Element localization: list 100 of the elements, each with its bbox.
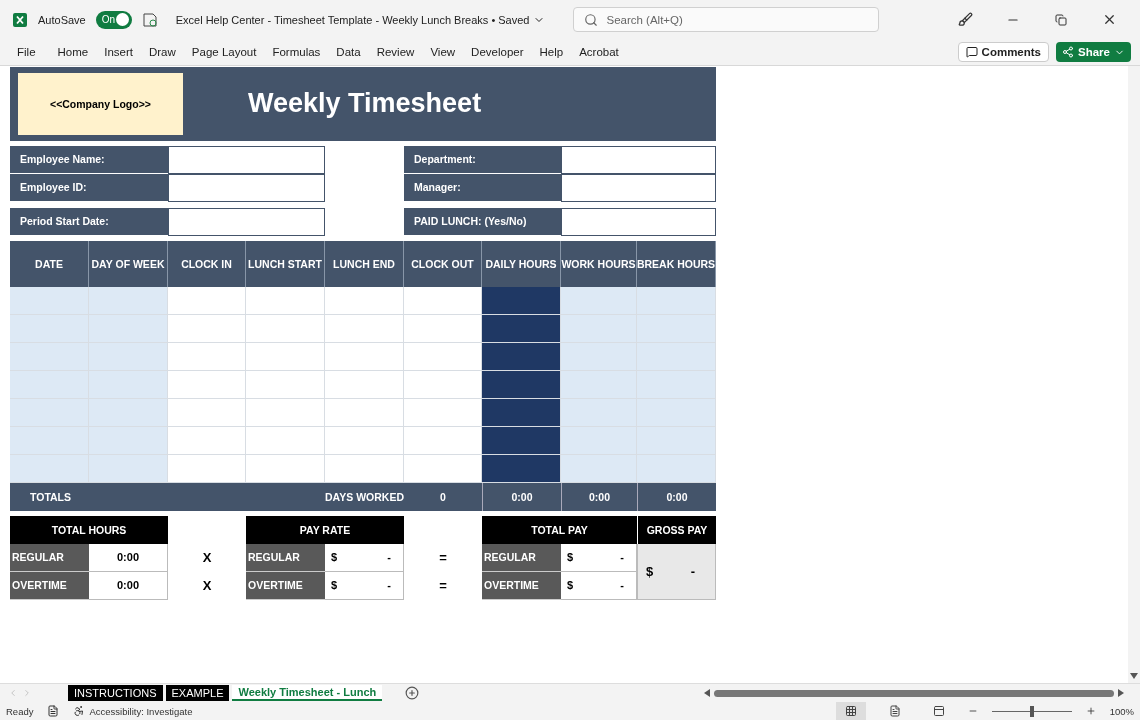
table-cell[interactable] bbox=[561, 286, 637, 315]
table-cell[interactable] bbox=[482, 398, 561, 427]
sheet-tab[interactable]: EXAMPLE bbox=[165, 685, 230, 701]
table-cell[interactable] bbox=[89, 314, 168, 343]
table-cell[interactable] bbox=[168, 454, 246, 483]
menu-tab[interactable]: Page Layout bbox=[191, 46, 257, 59]
table-cell[interactable] bbox=[561, 342, 637, 371]
autosave-toggle[interactable]: On bbox=[95, 10, 132, 29]
menu-tab[interactable]: Acrobat bbox=[579, 46, 619, 59]
table-cell[interactable] bbox=[404, 454, 482, 483]
save-icon[interactable] bbox=[141, 11, 158, 28]
table-cell[interactable] bbox=[637, 454, 716, 483]
table-cell[interactable] bbox=[404, 426, 482, 455]
table-cell[interactable] bbox=[246, 314, 325, 343]
table-cell[interactable] bbox=[637, 370, 716, 399]
table-cell[interactable] bbox=[325, 426, 404, 455]
table-cell[interactable] bbox=[482, 314, 561, 343]
table-cell[interactable] bbox=[168, 426, 246, 455]
menu-tab[interactable]: Developer bbox=[471, 46, 524, 59]
scroll-down-icon[interactable] bbox=[1130, 673, 1138, 680]
accessibility-status[interactable]: Accessibility: Investigate bbox=[89, 705, 193, 717]
zoom-thumb[interactable] bbox=[1029, 705, 1034, 717]
table-cell[interactable] bbox=[561, 426, 637, 455]
table-cell[interactable] bbox=[10, 314, 89, 343]
pen-icon[interactable] bbox=[957, 12, 973, 28]
table-cell[interactable] bbox=[89, 398, 168, 427]
table-cell[interactable] bbox=[482, 454, 561, 483]
input-field[interactable] bbox=[561, 173, 716, 202]
menu-tab[interactable]: File bbox=[17, 46, 36, 59]
input-field[interactable] bbox=[561, 207, 716, 236]
table-cell[interactable] bbox=[404, 370, 482, 399]
menu-tab[interactable]: Insert bbox=[104, 46, 133, 59]
previous-sheet-icon[interactable] bbox=[8, 688, 18, 698]
table-cell[interactable] bbox=[246, 342, 325, 371]
menu-tab[interactable]: Draw bbox=[149, 46, 176, 59]
table-cell[interactable] bbox=[404, 342, 482, 371]
table-cell[interactable] bbox=[561, 398, 637, 427]
sheet-tab[interactable]: INSTRUCTIONS bbox=[68, 685, 163, 701]
next-sheet-icon[interactable] bbox=[22, 688, 32, 698]
table-cell[interactable] bbox=[89, 454, 168, 483]
add-sheet-icon[interactable] bbox=[405, 686, 420, 700]
table-cell[interactable] bbox=[325, 398, 404, 427]
input-field[interactable] bbox=[168, 145, 325, 174]
scroll-right-icon[interactable] bbox=[1118, 689, 1124, 697]
comments-button[interactable]: Comments bbox=[957, 42, 1050, 63]
table-cell[interactable] bbox=[10, 286, 89, 315]
table-cell[interactable] bbox=[246, 426, 325, 455]
table-cell[interactable] bbox=[404, 286, 482, 315]
table-cell[interactable] bbox=[637, 398, 716, 427]
menu-tab[interactable]: Data bbox=[336, 46, 361, 59]
table-cell[interactable] bbox=[168, 370, 246, 399]
restore-icon[interactable] bbox=[1055, 13, 1067, 26]
table-cell[interactable] bbox=[637, 426, 716, 455]
table-cell[interactable] bbox=[325, 454, 404, 483]
table-cell[interactable] bbox=[637, 314, 716, 343]
share-button[interactable]: Share bbox=[1056, 42, 1131, 63]
table-cell[interactable] bbox=[89, 342, 168, 371]
menu-tab[interactable]: View bbox=[430, 46, 456, 59]
scrollbar-thumb[interactable] bbox=[714, 689, 1114, 697]
table-cell[interactable] bbox=[168, 398, 246, 427]
table-cell[interactable] bbox=[561, 370, 637, 399]
document-title[interactable]: Excel Help Center - Timesheet Template - Weekly Lunch Breaks • Saved bbox=[175, 13, 546, 26]
table-cell[interactable] bbox=[246, 286, 325, 315]
search-field[interactable]: Search (Alt+Q) bbox=[573, 7, 880, 33]
table-cell[interactable] bbox=[10, 342, 89, 371]
table-cell[interactable] bbox=[482, 342, 561, 371]
table-cell[interactable] bbox=[89, 370, 168, 399]
table-cell[interactable] bbox=[482, 370, 561, 399]
table-cell[interactable] bbox=[637, 286, 716, 315]
table-cell[interactable] bbox=[168, 314, 246, 343]
table-cell[interactable] bbox=[325, 370, 404, 399]
menu-tab[interactable]: Help bbox=[539, 46, 564, 59]
input-field[interactable] bbox=[168, 207, 325, 236]
table-cell[interactable] bbox=[89, 426, 168, 455]
table-cell[interactable] bbox=[10, 398, 89, 427]
table-cell[interactable] bbox=[561, 454, 637, 483]
table-cell[interactable] bbox=[168, 342, 246, 371]
table-cell[interactable] bbox=[325, 342, 404, 371]
accessibility-icon[interactable] bbox=[73, 705, 86, 717]
table-cell[interactable] bbox=[168, 286, 246, 315]
table-cell[interactable] bbox=[246, 370, 325, 399]
table-cell[interactable] bbox=[89, 286, 168, 315]
zoom-percentage[interactable]: 100% bbox=[1109, 705, 1134, 717]
input-field[interactable] bbox=[561, 145, 716, 174]
table-cell[interactable] bbox=[10, 454, 89, 483]
input-field[interactable] bbox=[168, 173, 325, 202]
table-cell[interactable] bbox=[561, 314, 637, 343]
table-cell[interactable] bbox=[325, 314, 404, 343]
menu-tab[interactable]: Formulas bbox=[272, 46, 321, 59]
sheet-tab[interactable]: Weekly Timesheet - Lunch bbox=[232, 685, 383, 701]
zoom-in-icon[interactable] bbox=[1085, 706, 1096, 716]
table-cell[interactable] bbox=[404, 314, 482, 343]
menu-tab[interactable]: Review bbox=[376, 46, 415, 59]
normal-view-button[interactable] bbox=[835, 702, 866, 720]
table-cell[interactable] bbox=[404, 398, 482, 427]
table-cell[interactable] bbox=[482, 286, 561, 315]
table-cell[interactable] bbox=[246, 398, 325, 427]
table-cell[interactable] bbox=[482, 426, 561, 455]
menu-tab[interactable]: Home bbox=[57, 46, 89, 59]
table-cell[interactable] bbox=[246, 454, 325, 483]
